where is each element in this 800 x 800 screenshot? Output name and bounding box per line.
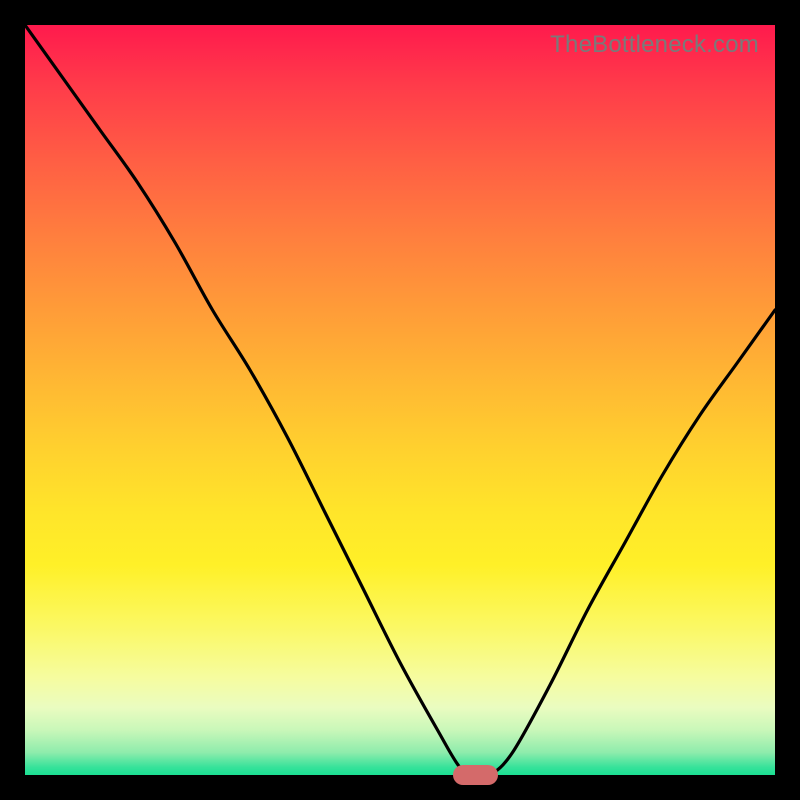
chart-frame: TheBottleneck.com <box>0 0 800 800</box>
optimum-marker <box>453 765 498 785</box>
curve-path <box>25 25 775 777</box>
plot-area: TheBottleneck.com <box>25 25 775 775</box>
bottleneck-curve <box>25 25 775 775</box>
